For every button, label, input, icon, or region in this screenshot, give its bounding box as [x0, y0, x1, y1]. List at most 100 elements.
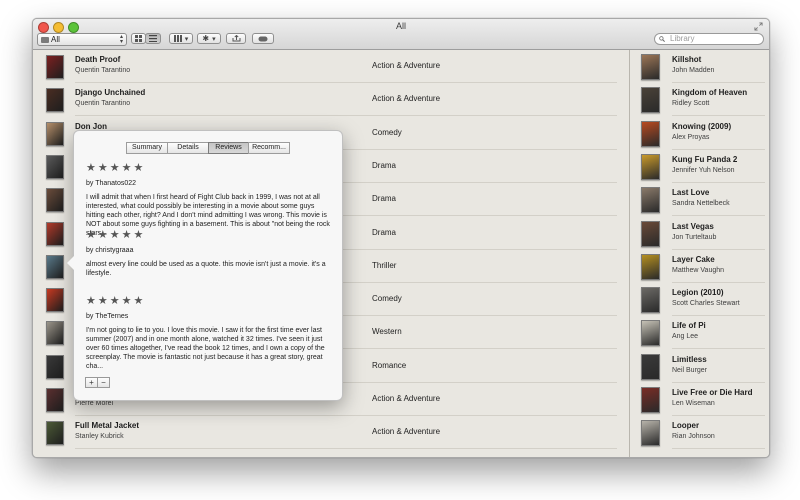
movie-row[interactable]: Full Metal Jacket Stanley Kubrick Action &…: [33, 416, 629, 449]
sidebar-movie-item[interactable]: Looper Rian Johnson: [630, 416, 769, 449]
popover-arrow: [67, 256, 74, 270]
star-rating: ★★★★★: [86, 162, 146, 174]
movie-director: Len Wiseman: [672, 400, 715, 407]
grid-view-button[interactable]: [131, 33, 146, 44]
sidebar-movie-item[interactable]: Last Vegas Jon Turteltaub: [630, 217, 769, 250]
movie-genre: Drama: [372, 228, 397, 237]
movie-genre: Western: [372, 327, 402, 336]
share-button[interactable]: [226, 33, 246, 44]
library-icon: [41, 36, 49, 43]
row-divider: [75, 115, 617, 116]
list-icon: [149, 35, 157, 42]
movie-poster: [641, 420, 660, 446]
info-popover: Summary Details Reviews Recomm... ★★★★★ …: [67, 130, 343, 401]
movie-title: Life of Pi: [672, 321, 706, 330]
movie-title: Full Metal Jacket: [75, 421, 140, 430]
sidebar-movie-item[interactable]: Life of Pi Ang Lee: [630, 316, 769, 349]
search-field[interactable]: Library: [654, 33, 764, 45]
remove-review-button[interactable]: −: [97, 377, 110, 388]
tab-summary[interactable]: Summary: [126, 142, 168, 154]
movie-poster: [46, 288, 64, 312]
share-icon: [232, 35, 240, 42]
movie-title: Last Vegas: [672, 222, 714, 231]
review-text: almost every line could be used as a quo…: [86, 261, 326, 277]
movie-poster: [46, 222, 64, 246]
movie-title: Last Love: [672, 188, 710, 197]
action-menu-button[interactable]: ✱ ▾: [197, 33, 221, 44]
row-divider: [672, 348, 765, 349]
movie-genre: Thriller: [372, 261, 397, 270]
movie-director: Quentin Tarantino: [75, 67, 131, 74]
movie-title: Death Proof: [75, 55, 121, 64]
sidebar-movie-item[interactable]: Last Love Sandra Nettelbeck: [630, 183, 769, 216]
movie-director: Sandra Nettelbeck: [672, 200, 730, 207]
movie-poster: [641, 287, 660, 313]
movie-title: Legion (2010): [672, 288, 724, 297]
movie-poster: [46, 355, 64, 379]
movie-genre: Drama: [372, 194, 397, 203]
sidebar-movie-item[interactable]: Kung Fu Panda 2 Jennifer Yuh Nelson: [630, 150, 769, 183]
star-rating: ★★★★★: [86, 229, 146, 241]
sidebar-movie-item[interactable]: Limitless Neil Burger: [630, 350, 769, 383]
movie-title: Live Free or Die Hard: [672, 388, 753, 397]
movie-genre: Action & Adventure: [372, 94, 441, 103]
row-divider: [672, 448, 765, 449]
movie-genre: Romance: [372, 361, 407, 370]
sidebar-movie-item[interactable]: Killshot John Madden: [630, 50, 769, 83]
movie-director: Jon Turteltaub: [672, 234, 717, 241]
toggle-icon: [258, 36, 268, 41]
columns-menu-button[interactable]: ▾: [169, 33, 193, 44]
review-author: by TheTernes: [86, 313, 129, 320]
sidebar-movie-item[interactable]: Legion (2010) Scott Charles Stewart: [630, 283, 769, 316]
movie-genre: Action & Adventure: [372, 427, 441, 436]
select-arrows-icon: ▴ ▾: [119, 34, 123, 45]
tab-details[interactable]: Details: [167, 142, 209, 154]
movie-poster: [641, 154, 660, 180]
grid-icon: [135, 35, 142, 42]
tab-recommendations[interactable]: Recomm...: [248, 142, 290, 154]
gear-icon: ✱: [202, 34, 210, 43]
movie-poster: [46, 122, 64, 146]
movie-title: Kingdom of Heaven: [672, 88, 748, 97]
search-icon: [659, 36, 665, 42]
row-divider: [672, 115, 765, 116]
toggle-button[interactable]: [252, 33, 274, 44]
sidebar-movie-item[interactable]: Layer Cake Matthew Vaughn: [630, 250, 769, 283]
row-divider: [75, 448, 617, 449]
movie-genre: Action & Adventure: [372, 61, 441, 70]
review-item: ★★★★★ by christygraaa almost every line …: [86, 228, 334, 278]
review-author: by Thanatos022: [86, 180, 137, 187]
review-author: by christygraaa: [86, 247, 134, 254]
sidebar-movie-item[interactable]: Knowing (2009) Alex Proyas: [630, 117, 769, 150]
library-select[interactable]: All ▴ ▾: [37, 33, 127, 46]
movie-title: Kung Fu Panda 2: [672, 155, 738, 164]
movie-genre: Comedy: [372, 294, 402, 303]
movie-title: Knowing (2009): [672, 122, 732, 131]
movie-director: Ang Lee: [672, 333, 699, 340]
review-text: I'm not going to lie to you. I love this…: [86, 327, 325, 370]
movie-poster: [641, 354, 660, 380]
movie-director: John Madden: [672, 67, 715, 74]
sidebar-movie-item[interactable]: Kingdom of Heaven Ridley Scott: [630, 83, 769, 116]
movie-title: Limitless: [672, 355, 707, 364]
columns-icon: [173, 35, 182, 42]
review-item: ★★★★★ by TheTernes I'm not going to lie …: [86, 294, 334, 371]
movie-poster: [46, 88, 64, 112]
fullscreen-icon[interactable]: [754, 22, 763, 31]
movie-poster: [46, 421, 64, 445]
movie-genre: Comedy: [372, 128, 402, 137]
movie-director: Rian Johnson: [672, 433, 715, 440]
movie-director: Alex Proyas: [672, 134, 710, 141]
list-view-button[interactable]: [145, 33, 161, 44]
movie-poster: [46, 188, 64, 212]
movie-poster: [641, 187, 660, 213]
tab-reviews[interactable]: Reviews: [208, 142, 249, 154]
movie-director: Jennifer Yuh Nelson: [672, 167, 735, 174]
movie-row[interactable]: Django Unchained Quentin Tarantino Action …: [33, 83, 629, 116]
sidebar-movie-list: Killshot John Madden Kingdom of Heaven Ridl…: [630, 50, 769, 457]
movie-title: Looper: [672, 421, 700, 430]
movie-row[interactable]: Death Proof Quentin Tarantino Action & Adv…: [33, 50, 629, 83]
chevron-down-icon: ▾: [212, 35, 216, 43]
sidebar-movie-item[interactable]: Live Free or Die Hard Len Wiseman: [630, 383, 769, 416]
movie-director: Stanley Kubrick: [75, 433, 124, 440]
